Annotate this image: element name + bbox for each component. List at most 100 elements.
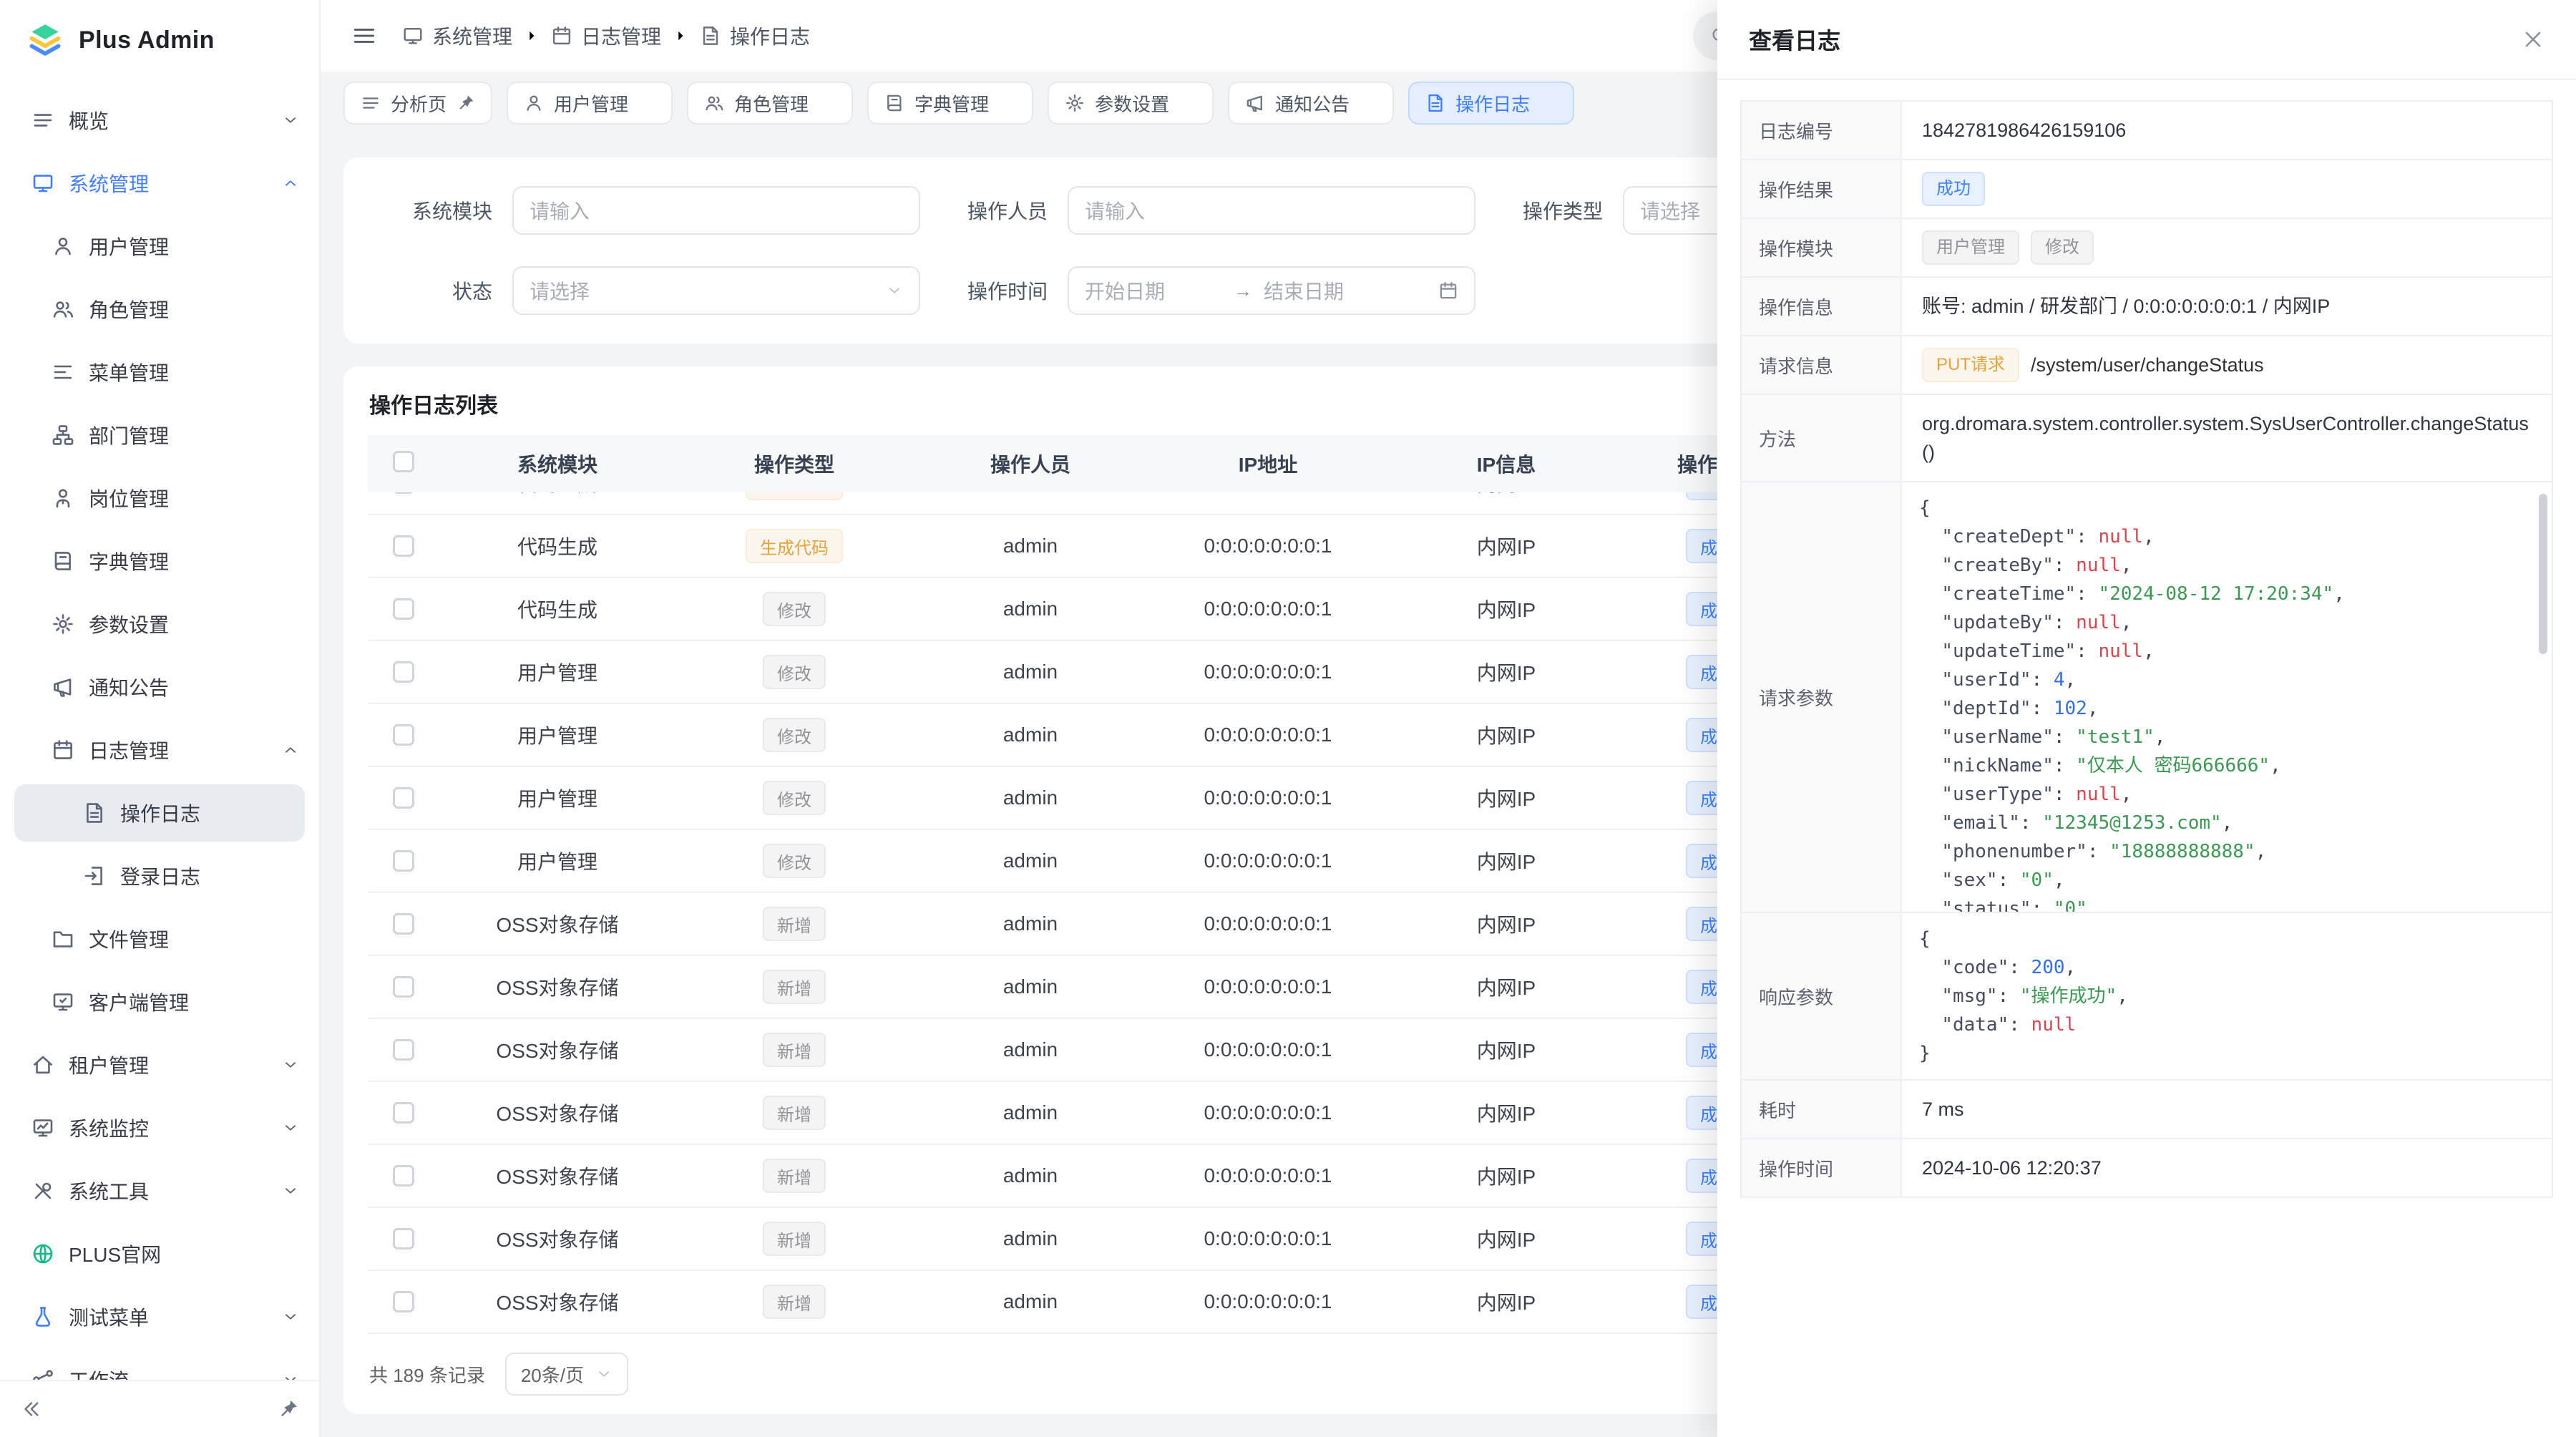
detail-row: 方法org.dromara.system.controller.system.S… [1742,395,2552,482]
cell-ip-info: 内网IP [1388,578,1624,640]
checkbox[interactable] [393,724,414,746]
sidebar-item[interactable]: 参数设置 [14,595,305,653]
sidebar-item[interactable]: 部门管理 [14,406,305,464]
checkbox[interactable] [393,1165,414,1187]
column-header: 操作类型 [675,449,913,478]
breadcrumb-item[interactable]: 系统管理 [402,21,512,50]
select-all-cell[interactable] [368,451,439,477]
tab[interactable]: 用户管理 [507,82,673,125]
cell-operator: admin [913,830,1148,892]
checkbox[interactable] [393,1291,414,1312]
filter-label: 操作时间 [933,276,1048,305]
cell-action-type: 新增 [675,1019,913,1081]
pin-sidebar-icon[interactable] [278,1398,299,1420]
sidebar-item[interactable]: 操作日志 [14,784,305,842]
tab[interactable]: 分析页 [343,82,492,125]
sidebar-item[interactable]: 概览 [14,92,305,149]
collapse-sidebar-icon[interactable] [20,1398,42,1420]
sidebar-item[interactable]: 日志管理 [14,721,305,779]
sidebar-item[interactable]: 系统管理 [14,155,305,212]
cell-operator: admin [913,956,1148,1018]
filter-input[interactable]: 请输入 [512,186,920,235]
tab[interactable]: 角色管理 [687,82,853,125]
detail-label: 请求信息 [1742,336,1902,394]
sidebar-item-label: 租户管理 [69,1051,268,1079]
sidebar-item[interactable]: 角色管理 [14,281,305,338]
checkbox[interactable] [393,1039,414,1061]
sidebar-item[interactable]: 登录日志 [14,847,305,905]
checkbox[interactable] [393,661,414,683]
tab[interactable]: 操作日志 [1408,82,1574,125]
app-title: Plus Admin [79,26,215,54]
cell-action-type: 新增 [675,1082,913,1144]
tab[interactable]: 参数设置 [1048,82,1214,125]
breadcrumb-label: 操作日志 [730,21,810,50]
detail-value: org.dromara.system.controller.system.Sys… [1902,395,2552,481]
test-icon [31,1305,54,1328]
close-icon[interactable] [820,95,836,111]
sidebar-footer [0,1380,319,1437]
sidebar-item[interactable]: 通知公告 [14,658,305,716]
close-icon[interactable] [1361,95,1377,111]
sidebar-item[interactable]: 岗位管理 [14,469,305,527]
sidebar-item[interactable]: 字典管理 [14,532,305,590]
checkbox[interactable] [393,1102,414,1124]
close-icon[interactable] [1541,95,1557,111]
sidebar-item[interactable]: 租户管理 [14,1036,305,1093]
sidebar-item[interactable]: 菜单管理 [14,344,305,401]
breadcrumb-label: 系统管理 [432,21,512,50]
sidebar-item[interactable]: 用户管理 [14,218,305,275]
sidebar-item-label: 登录日志 [120,862,305,890]
scrollbar-thumb[interactable] [2539,494,2547,654]
close-icon[interactable] [2522,28,2545,51]
filter-input[interactable]: 请输入 [1068,186,1475,235]
close-icon[interactable] [1181,95,1196,111]
sidebar-item-label: 角色管理 [89,295,305,323]
sidebar-item[interactable]: 文件管理 [14,910,305,968]
filter-daterange[interactable]: 开始日期→结束日期 [1068,266,1475,315]
close-icon[interactable] [1000,95,1016,111]
cell-module: OSS对象存储 [439,956,675,1018]
sidebar-item[interactable]: 系统工具 [14,1162,305,1219]
checkbox[interactable] [393,451,414,472]
tab-label: 用户管理 [554,90,628,117]
breadcrumb-item[interactable]: 日志管理 [551,21,661,50]
cell-action-type: 新增 [675,893,913,955]
cell-module: 用户管理 [439,641,675,703]
checkbox[interactable] [393,598,414,620]
cell-operator: admin [913,1271,1148,1333]
hamburger-icon[interactable] [352,24,376,48]
client-icon [52,990,74,1013]
cell-ip-info: 内网IP [1388,641,1624,703]
log-icon [52,739,74,761]
close-icon[interactable] [640,95,655,111]
checkbox[interactable] [393,976,414,998]
json-code-block[interactable]: { "createDept": null, "createBy": null, … [1902,482,2552,912]
breadcrumb-item[interactable]: 操作日志 [700,21,810,50]
sidebar-item[interactable]: 系统监控 [14,1099,305,1156]
tab[interactable]: 字典管理 [867,82,1033,125]
cell-operator: admin [913,515,1148,577]
checkbox[interactable] [393,492,414,494]
checkbox[interactable] [393,787,414,809]
checkbox[interactable] [393,535,414,557]
cell-module: OSS对象存储 [439,1082,675,1144]
sidebar-item[interactable]: PLUS官网 [14,1225,305,1282]
tab[interactable]: 通知公告 [1228,82,1394,125]
sidebar-item[interactable]: 工作流 [14,1351,305,1380]
cell-operator: admin [913,1208,1148,1270]
chevron-up-icon [282,741,299,759]
checkbox[interactable] [393,913,414,935]
cell-ip: 0:0:0:0:0:0:0:1 [1148,1019,1388,1081]
detail-value: 成功 [1902,160,2552,218]
sidebar-item[interactable]: 测试菜单 [14,1288,305,1345]
checkbox[interactable] [393,1228,414,1250]
cell-ip-info: 内网IP [1388,1208,1624,1270]
sidebar-item-label: 测试菜单 [69,1302,268,1331]
sidebar-item[interactable]: 客户端管理 [14,973,305,1031]
monitor-icon [31,1116,54,1139]
page-size-value: 20条/页 [521,1361,584,1388]
filter-select[interactable]: 请选择 [512,266,920,315]
page-size-select[interactable]: 20条/页 [505,1353,628,1395]
checkbox[interactable] [393,850,414,872]
